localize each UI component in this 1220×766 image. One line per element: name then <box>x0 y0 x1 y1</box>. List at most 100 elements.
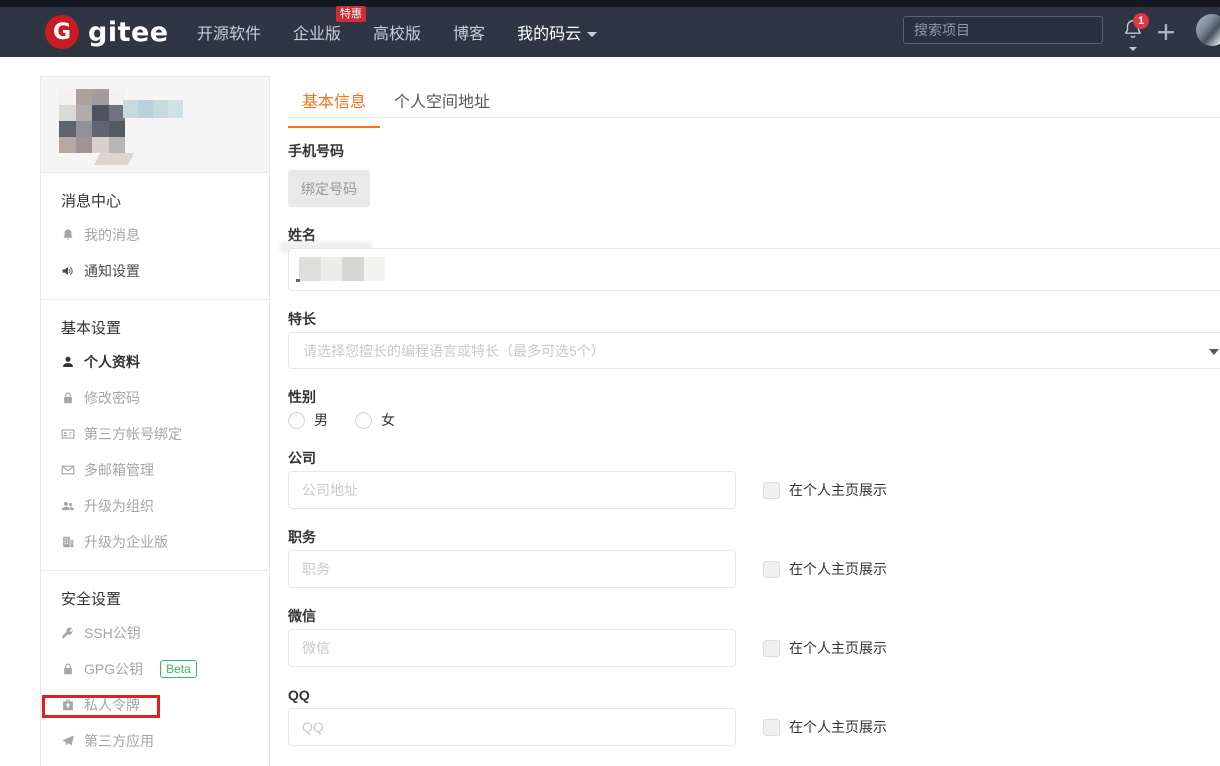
sidebar-item-label: SSH公钥 <box>84 623 141 643</box>
navbar: G gitee 开源软件 企业版特惠 高校版 博客 我的码云 1 + <box>0 7 1220 57</box>
sidebar-item-gpg-keys[interactable]: GPG公钥 Beta <box>41 651 269 687</box>
company-row: 在个人主页展示 <box>288 471 1220 509</box>
sidebar-item-my-messages[interactable]: 我的消息 <box>41 217 269 253</box>
search-input[interactable] <box>903 16 1103 44</box>
wechat-show-label: 在个人主页展示 <box>789 638 887 658</box>
sidebar-item-label: 升级为组织 <box>84 496 154 516</box>
sidebar-item-label: 第三方帐号绑定 <box>84 424 182 444</box>
position-label: 职务 <box>288 528 1220 546</box>
company-input[interactable] <box>288 471 736 509</box>
wechat-label: 微信 <box>288 607 1220 625</box>
nav-link-enterprise[interactable]: 企业版特惠 <box>293 20 341 44</box>
nav-link-my-gitee[interactable]: 我的码云 <box>517 20 597 44</box>
promo-badge: 特惠 <box>336 6 366 22</box>
tab-basic-info[interactable]: 基本信息 <box>288 88 380 128</box>
sidebar-item-ssh-keys[interactable]: SSH公钥 <box>41 615 269 651</box>
nav-link-education[interactable]: 高校版 <box>373 20 421 44</box>
wechat-input[interactable] <box>288 629 736 667</box>
section-title-security-settings: 安全设置 <box>41 585 269 615</box>
profile-header <box>41 77 269 173</box>
bind-phone-button[interactable]: 绑定号码 <box>288 170 370 207</box>
redaction-artifact <box>296 279 300 282</box>
sidebar-item-profile[interactable]: 个人资料 <box>41 344 269 380</box>
sidebar-item-upgrade-organization[interactable]: 升级为组织 <box>41 488 269 524</box>
sidebar-item-third-party-accounts[interactable]: 第三方帐号绑定 <box>41 416 269 452</box>
gitee-logo-icon: G <box>45 15 79 49</box>
position-row: 在个人主页展示 <box>288 550 1220 588</box>
id-card-icon <box>61 427 75 441</box>
building-icon <box>61 535 75 549</box>
nav-link-my-gitee-label: 我的码云 <box>517 26 581 43</box>
position-show-label: 在个人主页展示 <box>789 559 887 579</box>
avatar[interactable] <box>1196 14 1220 46</box>
name-label: 姓名 <box>288 226 1220 244</box>
gender-radio-male[interactable] <box>288 412 305 429</box>
sidebar-item-email-management[interactable]: 多邮箱管理 <box>41 452 269 488</box>
sidebar-item-private-tokens[interactable]: 私人令牌 <box>41 687 269 723</box>
chevron-down-icon <box>1129 47 1137 51</box>
redacted-name-value <box>299 257 385 281</box>
plane-icon <box>61 734 75 748</box>
sidebar-item-label: 通知设置 <box>84 261 140 281</box>
speaker-icon <box>61 264 75 278</box>
qq-show-checkbox[interactable] <box>763 719 780 736</box>
sidebar-item-label: 升级为企业版 <box>84 532 168 552</box>
sidebar-item-login-history[interactable]: 登录历史 <box>41 759 269 766</box>
gender-female-label: 女 <box>381 410 395 430</box>
skills-select[interactable]: 请选择您擅长的编程语言或特长（最多可选5个） <box>288 332 1220 369</box>
person-icon <box>61 355 75 369</box>
settings-sidebar: 消息中心 我的消息 通知设置 基本设置 个人资料 修改密码 第三方帐号绑定 多邮… <box>40 76 270 766</box>
sidebar-item-third-party-apps[interactable]: 第三方应用 <box>41 723 269 759</box>
nav-link-blog[interactable]: 博客 <box>453 20 485 44</box>
qq-input[interactable] <box>288 708 736 746</box>
position-show-checkbox[interactable] <box>763 561 780 578</box>
name-label-text: 姓名 <box>288 227 316 243</box>
company-show-label: 在个人主页展示 <box>789 480 887 500</box>
sidebar-item-change-password[interactable]: 修改密码 <box>41 380 269 416</box>
brand-name: gitee <box>88 17 169 48</box>
sidebar-item-label: 私人令牌 <box>84 695 140 715</box>
redaction-smudge <box>94 153 134 165</box>
sidebar-item-label: 第三方应用 <box>84 731 154 751</box>
nav-link-enterprise-label: 企业版 <box>293 26 341 43</box>
lock-icon <box>61 662 75 676</box>
chevron-down-icon <box>1209 349 1219 355</box>
phone-label: 手机号码 <box>288 142 1220 160</box>
redacted-username <box>123 100 183 118</box>
group-icon <box>61 499 75 513</box>
gender-male-label: 男 <box>314 410 328 430</box>
create-new-button[interactable]: + <box>1152 9 1180 55</box>
company-label: 公司 <box>288 449 1220 467</box>
nav-link-opensource[interactable]: 开源软件 <box>197 20 261 44</box>
gitee-logo[interactable]: G gitee <box>45 15 169 49</box>
qq-row: 在个人主页展示 <box>288 708 1220 746</box>
gender-options: 男 女 <box>288 410 1220 430</box>
redacted-avatar <box>59 89 125 153</box>
position-input[interactable] <box>288 550 736 588</box>
notification-count-badge: 1 <box>1133 13 1149 29</box>
sidebar-item-label: 个人资料 <box>84 352 140 372</box>
notifications-button[interactable]: 1 <box>1122 17 1148 49</box>
section-title-messages: 消息中心 <box>41 187 269 217</box>
wechat-show-checkbox[interactable] <box>763 640 780 657</box>
name-input[interactable] <box>288 248 1220 291</box>
token-icon <box>61 698 75 712</box>
sidebar-item-upgrade-enterprise[interactable]: 升级为企业版 <box>41 524 269 560</box>
bell-icon <box>61 228 75 242</box>
sidebar-item-label: 修改密码 <box>84 388 140 408</box>
nav-links: 开源软件 企业版特惠 高校版 博客 我的码云 <box>197 7 597 57</box>
tab-personal-space-url[interactable]: 个人空间地址 <box>380 88 504 128</box>
key-icon <box>61 626 75 640</box>
gender-radio-female[interactable] <box>355 412 372 429</box>
skills-label: 特长 <box>288 310 1220 328</box>
company-show-checkbox[interactable] <box>763 482 780 499</box>
profile-tabs: 基本信息 个人空间地址 <box>288 88 504 128</box>
divider <box>41 299 269 300</box>
sidebar-item-notification-settings[interactable]: 通知设置 <box>41 253 269 289</box>
qq-label: QQ <box>288 686 1220 704</box>
qq-show-label: 在个人主页展示 <box>789 717 887 737</box>
top-strip <box>0 0 1220 7</box>
envelope-icon <box>61 463 75 477</box>
divider <box>288 117 1220 118</box>
chevron-down-icon <box>587 32 597 37</box>
